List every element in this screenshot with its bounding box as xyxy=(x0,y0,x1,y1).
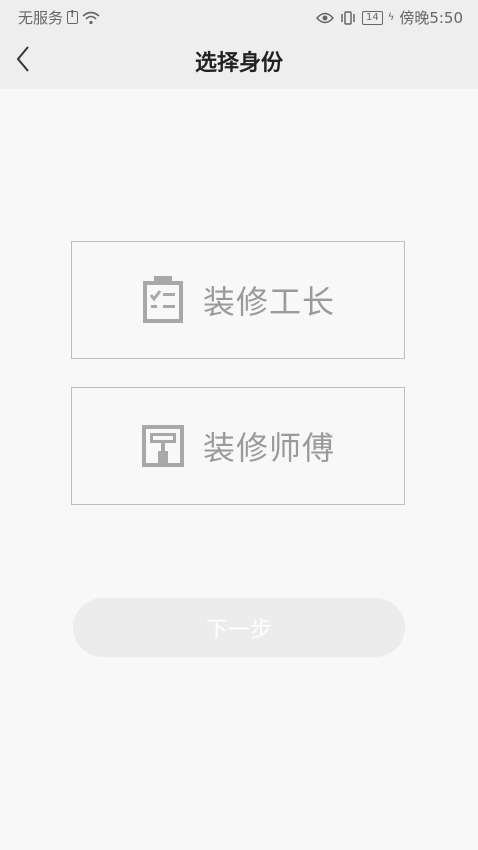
charging-icon: ϟ xyxy=(387,12,395,23)
clipboard-checklist-icon xyxy=(142,276,183,323)
role-label-worker: 装修师傅 xyxy=(202,429,335,467)
sim-alert-icon xyxy=(67,9,79,24)
nav-bar: 选择身份 xyxy=(0,32,478,89)
header: 无服务 14 ϟ 傍晚5:50 xyxy=(0,0,478,89)
role-label-foreman: 装修工长 xyxy=(202,283,335,321)
role-option-worker[interactable]: 装修师傅 xyxy=(71,387,405,505)
page-title: 选择身份 xyxy=(194,51,283,76)
carrier-text: 无服务 xyxy=(18,9,64,27)
status-bar: 无服务 14 ϟ 傍晚5:50 xyxy=(0,0,478,32)
role-option-foreman[interactable]: 装修工长 xyxy=(71,241,405,359)
status-bar-right: 14 ϟ 傍晚5:50 xyxy=(315,7,463,28)
status-bar-left: 无服务 xyxy=(18,7,100,28)
clock-text: 傍晚5:50 xyxy=(399,9,463,27)
vibrate-icon xyxy=(341,10,355,25)
battery-icon: 14 xyxy=(361,10,383,25)
eye-icon xyxy=(315,12,334,23)
paint-roller-icon xyxy=(141,425,184,467)
wifi-icon xyxy=(82,11,100,24)
next-button[interactable]: 下一步 xyxy=(73,598,405,657)
